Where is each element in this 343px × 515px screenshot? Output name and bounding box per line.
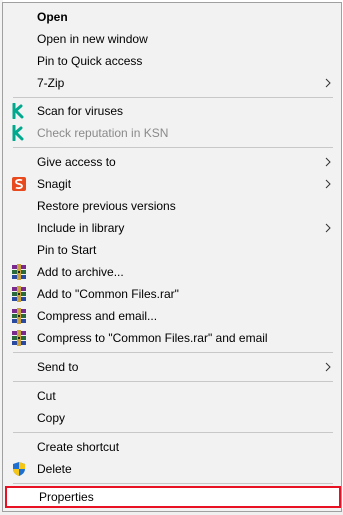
menu-item-snagit[interactable]: Snagit (3, 173, 341, 195)
menu-item-create-shortcut[interactable]: Create shortcut (3, 436, 341, 458)
menu-item-copy[interactable]: Copy (3, 407, 341, 429)
chevron-right-icon (325, 362, 331, 372)
menu-item-label: Restore previous versions (37, 199, 176, 213)
menu-item-label: Check reputation in KSN (37, 126, 169, 140)
winrar-icon (12, 286, 26, 302)
winrar-icon (12, 308, 26, 324)
winrar-icon (12, 264, 26, 280)
menu-item-label: Add to archive... (37, 265, 124, 279)
menu-separator (13, 97, 333, 98)
menu-item-open-new-window[interactable]: Open in new window (3, 28, 341, 50)
menu-separator (13, 352, 333, 353)
menu-item-check-reputation[interactable]: Check reputation in KSN (3, 122, 341, 144)
menu-item-label: Snagit (37, 177, 72, 191)
menu-item-label: Give access to (37, 155, 116, 169)
chevron-right-icon (325, 157, 331, 167)
menu-item-label: Cut (37, 389, 56, 403)
uac-shield-icon (13, 462, 25, 476)
chevron-right-icon (325, 223, 331, 233)
menu-item-compress-email[interactable]: Compress and email... (3, 305, 341, 327)
chevron-right-icon (325, 179, 331, 189)
menu-item-label: Create shortcut (37, 440, 120, 454)
menu-item-add-archive[interactable]: Add to archive... (3, 261, 341, 283)
menu-item-delete[interactable]: Delete (3, 458, 341, 480)
menu-item-give-access[interactable]: Give access to (3, 151, 341, 173)
menu-item-compress-rar-email[interactable]: Compress to "Common Files.rar" and email (3, 327, 341, 349)
menu-item-pin-start[interactable]: Pin to Start (3, 239, 341, 261)
menu-item-label: Properties (39, 490, 94, 504)
context-menu: Open Open in new window Pin to Quick acc… (2, 2, 342, 512)
menu-item-include-library[interactable]: Include in library (3, 217, 341, 239)
menu-item-pin-quick-access[interactable]: Pin to Quick access (3, 50, 341, 72)
menu-item-label: Delete (37, 462, 72, 476)
menu-item-label: Scan for viruses (37, 104, 124, 118)
menu-item-label: Open in new window (37, 32, 148, 46)
menu-item-add-to-rar[interactable]: Add to "Common Files.rar" (3, 283, 341, 305)
menu-item-label: Copy (37, 411, 66, 425)
menu-item-properties[interactable]: Properties (5, 486, 341, 508)
kaspersky-icon (12, 103, 24, 119)
menu-item-7zip[interactable]: 7-Zip (3, 72, 341, 94)
menu-item-label: Send to (37, 360, 79, 374)
menu-item-send-to[interactable]: Send to (3, 356, 341, 378)
menu-separator (13, 147, 333, 148)
kaspersky-icon (12, 125, 24, 141)
menu-item-label: Open (37, 10, 68, 24)
menu-item-label: Compress and email... (37, 309, 158, 323)
menu-item-label: Add to "Common Files.rar" (37, 287, 179, 301)
snagit-icon (12, 177, 26, 191)
menu-separator (13, 381, 333, 382)
winrar-icon (12, 330, 26, 346)
menu-separator (13, 483, 333, 484)
menu-separator (13, 432, 333, 433)
menu-item-scan-viruses[interactable]: Scan for viruses (3, 100, 341, 122)
menu-item-label: Compress to "Common Files.rar" and email (37, 331, 268, 345)
menu-item-label: 7-Zip (37, 76, 65, 90)
menu-item-label: Include in library (37, 221, 125, 235)
menu-item-cut[interactable]: Cut (3, 385, 341, 407)
menu-item-label: Pin to Quick access (37, 54, 143, 68)
chevron-right-icon (325, 78, 331, 88)
menu-item-label: Pin to Start (37, 243, 97, 257)
menu-item-restore-versions[interactable]: Restore previous versions (3, 195, 341, 217)
menu-item-open[interactable]: Open (3, 6, 341, 28)
